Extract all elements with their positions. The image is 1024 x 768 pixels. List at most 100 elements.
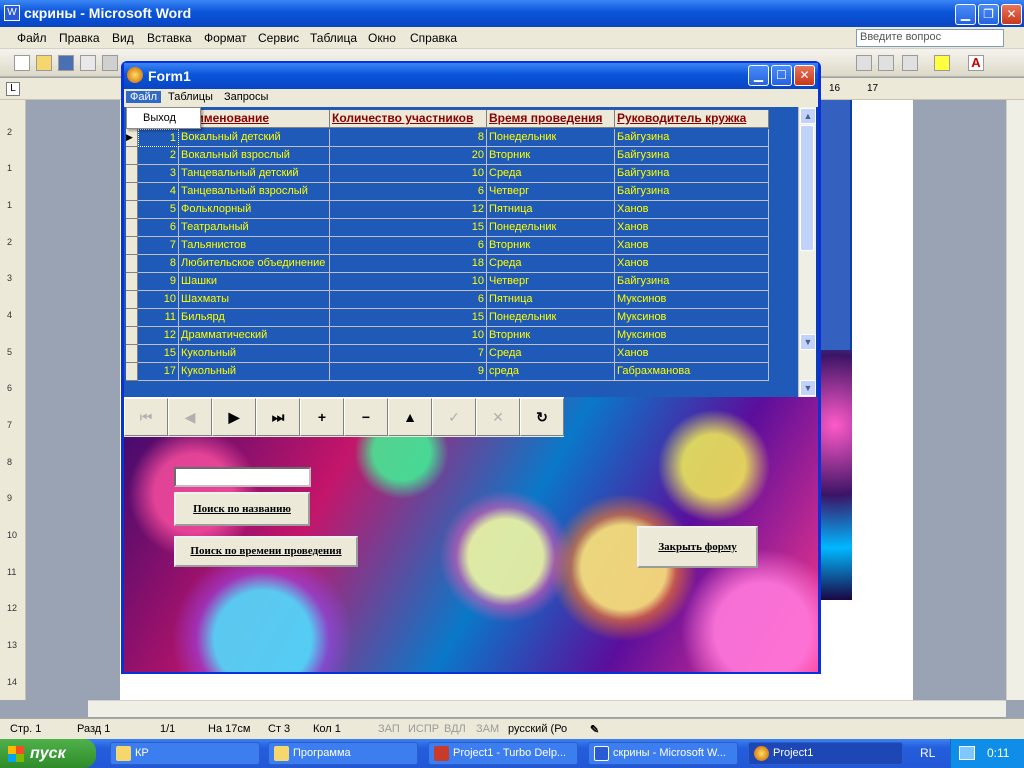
cell-leader[interactable]: Байгузина [615,165,769,183]
cell-id[interactable]: 3 [138,165,179,183]
cell-time[interactable]: Вторник [487,237,615,255]
cell-leader[interactable]: Муксинов [615,309,769,327]
cell-name[interactable]: Танцевальный детский [179,165,330,183]
row-indicator[interactable] [126,327,138,345]
task-project1[interactable]: Project1 [748,742,903,765]
word-title-bar[interactable]: скрины - Microsoft Word [0,0,1024,27]
cell-id[interactable]: 11 [138,309,179,327]
task-kr[interactable]: КР [110,742,260,765]
print-icon[interactable] [102,55,118,71]
grid-header-name[interactable]: Наименование [179,110,330,128]
table-row[interactable]: 4 Танцевальный взрослый 6 Четверг Байгузина [126,183,769,201]
cell-id[interactable]: 2 [138,147,179,165]
cell-count[interactable]: 18 [330,255,487,273]
table-row[interactable]: 12 Драмматический 10 Вторник Муксинов [126,327,769,345]
row-indicator[interactable] [126,255,138,273]
cell-count[interactable]: 6 [330,183,487,201]
cell-leader[interactable]: Муксинов [615,291,769,309]
cell-name[interactable]: Шахматы [179,291,330,309]
cell-leader[interactable]: Габрахманова [615,363,769,381]
cell-name[interactable]: Драмматический [179,327,330,345]
word-vertical-scrollbar[interactable] [1006,100,1024,700]
status-extend[interactable]: ВДЛ [444,723,466,735]
table-row[interactable]: 9 Шашки 10 Четверг Байгузина [126,273,769,291]
cell-count[interactable]: 10 [330,273,487,291]
cell-name[interactable]: Вокальный детский [179,129,330,147]
status-track[interactable]: ИСПР [408,723,439,735]
cell-name[interactable]: Тальянистов [179,237,330,255]
word-minimize-icon[interactable]: ▁ [955,4,976,25]
word-menu-tools[interactable]: Сервис [258,31,299,45]
cell-name[interactable]: Театральный [179,219,330,237]
table-row[interactable]: ▶ 1 Вокальный детский 8 Понедельник Байгузина [126,129,769,147]
cell-name[interactable]: Бильярд [179,309,330,327]
cell-id[interactable]: 4 [138,183,179,201]
form1-maximize-icon[interactable]: ☐ [771,65,792,86]
grid-header-time[interactable]: Время проведения [487,110,615,128]
table-row[interactable]: 10 Шахматы 6 Пятница Муксинов [126,291,769,309]
refresh-data-button[interactable]: ↻ [520,398,564,436]
cell-name[interactable]: Любительское объединение [179,255,330,273]
word-menu-edit[interactable]: Правка [59,31,100,45]
cell-name[interactable]: Кукольный [179,363,330,381]
row-indicator[interactable] [126,273,138,291]
cell-time[interactable]: Вторник [487,327,615,345]
font-color-icon[interactable]: A [968,55,984,71]
cell-count[interactable]: 10 [330,327,487,345]
new-document-icon[interactable] [14,55,30,71]
cell-count[interactable]: 12 [330,201,487,219]
next-record-button[interactable]: ▶ [212,398,256,436]
cell-leader[interactable]: Байгузина [615,273,769,291]
form1-minimize-icon[interactable]: ▁ [748,65,769,86]
edit-record-button[interactable]: ▲ [388,398,432,436]
line-spacing-icon[interactable] [856,55,872,71]
cell-id[interactable]: 7 [138,237,179,255]
cell-leader[interactable]: Муксинов [615,327,769,345]
cell-leader[interactable]: Байгузина [615,183,769,201]
cell-id[interactable]: 15 [138,345,179,363]
table-row[interactable]: 11 Бильярд 15 Понедельник Муксинов [126,309,769,327]
cell-count[interactable]: 10 [330,165,487,183]
form1-close-icon[interactable]: ✕ [794,65,815,86]
cell-name[interactable]: Шашки [179,273,330,291]
delphi-app-icon[interactable] [127,67,143,83]
word-menu-format[interactable]: Формат [204,31,247,45]
row-indicator[interactable] [126,237,138,255]
close-form-button[interactable]: Закрыть форму [637,526,758,568]
word-menu-window[interactable]: Окно [368,31,396,45]
highlight-icon[interactable] [934,55,950,71]
last-record-button[interactable]: ⏭ [256,398,300,436]
network-icon[interactable] [959,746,975,760]
cell-time[interactable]: Среда [487,345,615,363]
cell-leader[interactable]: Ханов [615,201,769,219]
delete-record-button[interactable]: − [344,398,388,436]
cell-count[interactable]: 15 [330,219,487,237]
table-row[interactable]: 8 Любительское объединение 18 Среда Ханов [126,255,769,273]
cell-leader[interactable]: Ханов [615,345,769,363]
search-input[interactable] [174,467,311,487]
word-close-icon[interactable]: ✕ [1001,4,1022,25]
cell-time[interactable]: Понедельник [487,129,615,147]
permission-icon[interactable] [80,55,96,71]
cell-id[interactable]: 6 [138,219,179,237]
post-edit-button[interactable]: ✓ [432,398,476,436]
row-indicator[interactable] [126,291,138,309]
scroll-up-icon[interactable]: ▲ [800,108,816,124]
word-menu-help[interactable]: Справка [410,31,457,45]
search-by-name-button[interactable]: Поиск по названию [174,492,310,526]
table-row[interactable]: 2 Вокальный взрослый 20 Вторник Байгузина [126,147,769,165]
cell-time[interactable]: Среда [487,255,615,273]
cell-name[interactable]: Вокальный взрослый [179,147,330,165]
cell-count[interactable]: 15 [330,309,487,327]
cell-id[interactable]: 9 [138,273,179,291]
cell-time[interactable]: Четверг [487,273,615,291]
form1-title-bar[interactable]: Form1 [124,63,818,89]
language-indicator[interactable]: RL [920,746,935,760]
row-indicator[interactable] [126,219,138,237]
cell-count[interactable]: 6 [330,237,487,255]
clock[interactable]: 0:11 [987,739,1009,768]
row-indicator[interactable] [126,345,138,363]
cell-count[interactable]: 7 [330,345,487,363]
cell-id[interactable]: 1 [138,129,179,147]
cell-leader[interactable]: Байгузина [615,147,769,165]
